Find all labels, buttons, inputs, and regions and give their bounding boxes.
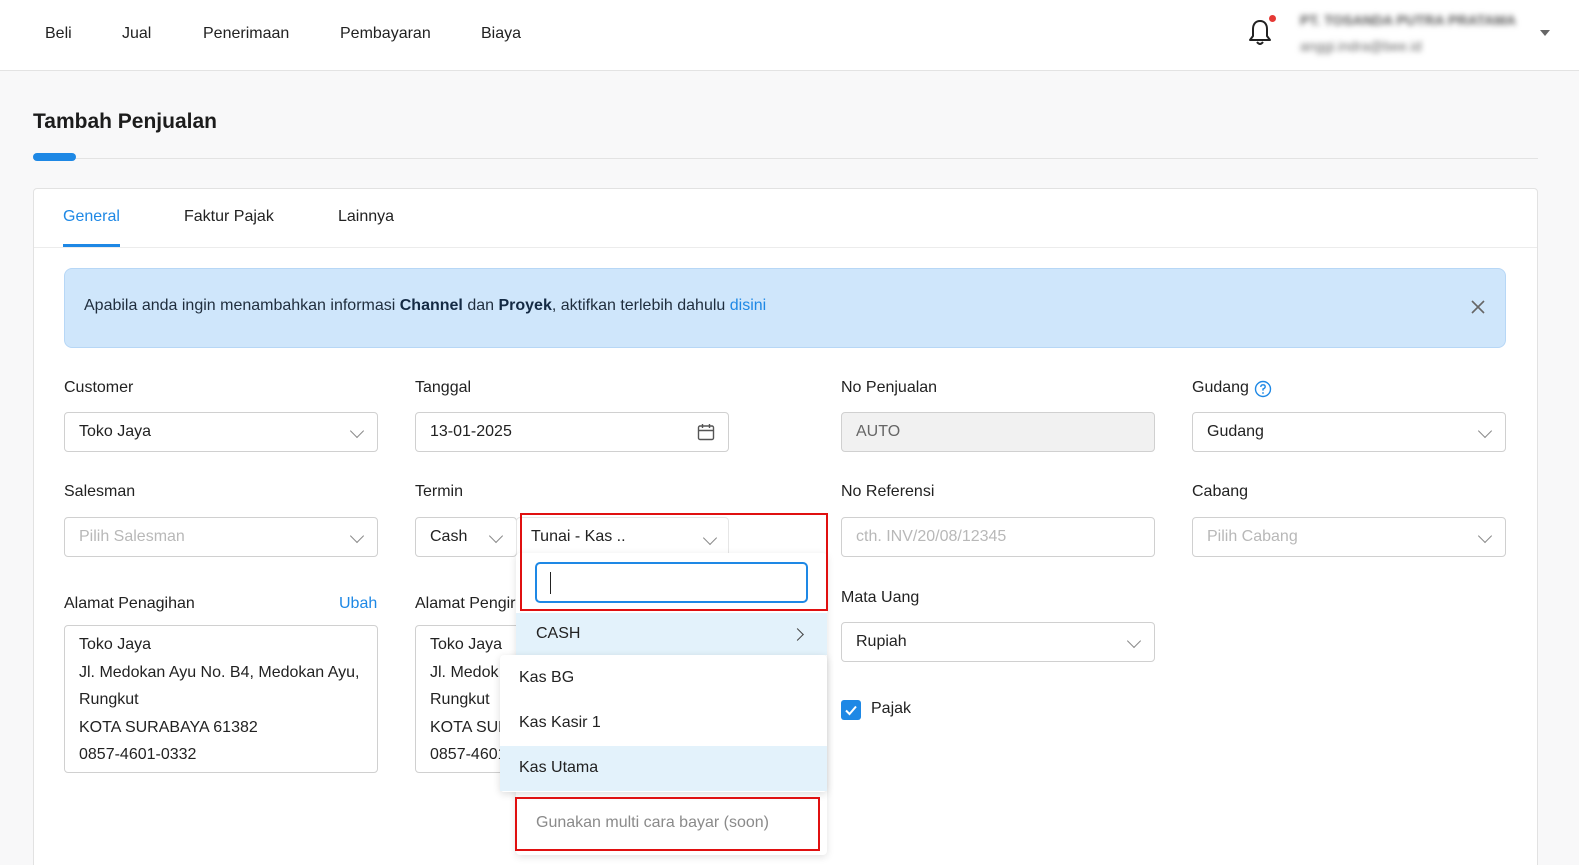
alert-message: Apabila anda ingin menambahkan informasi… [84,297,766,315]
ubah-alamat-link[interactable]: Ubah [339,595,377,613]
nav-beli[interactable]: Beli [45,25,72,43]
alamat-penagihan-label: Alamat Penagihan [64,595,195,612]
mata-uang-label: Mata Uang [841,589,920,606]
bell-icon[interactable] [1247,17,1273,47]
alamat-pengiriman-label: Alamat Pengir [415,595,516,612]
highlight-box-payment [520,513,828,611]
address-line: Jl. Medokan Ayu No. B4, Medokan Ayu, [79,663,360,681]
termin-select[interactable]: Cash [415,517,517,557]
title-divider [33,158,1538,159]
customer-label: Customer [64,379,134,396]
submenu-item-kas-bg[interactable]: Kas BG [500,656,827,701]
nav-pembayaran[interactable]: Pembayaran [340,25,431,43]
tabs-divider [34,247,1537,248]
chevron-down-icon [488,528,504,544]
alamat-penagihan-text[interactable]: Toko Jaya Jl. Medokan Ayu No. B4, Medoka… [64,625,378,773]
chevron-down-icon [349,423,365,439]
pajak-checkbox[interactable] [841,700,861,720]
alert-text-suffix: , aktifkan terlebih dahulu [551,297,730,314]
title-accent-bar [33,153,76,161]
active-tab-indicator [63,244,120,247]
caret-down-icon[interactable] [1540,30,1550,36]
no-referensi-placeholder: cth. INV/20/08/12345 [856,528,1007,545]
alert-proyek: Proyek [498,297,552,314]
customer-value: Toko Jaya [79,423,152,440]
submenu-item-kas-utama[interactable]: Kas Utama [500,746,827,791]
submenu-item-label: Kas Utama [519,759,599,776]
alert-text-prefix: Apabila anda ingin menambahkan informasi [84,297,400,314]
address-line: Rungkut [79,691,139,708]
gudang-label: Gudang [1192,379,1249,396]
account-company[interactable]: PT. TOSANDA PUTRA PRATAMA [1300,12,1516,28]
no-penjualan-value: AUTO [856,423,901,440]
cabang-label: Cabang [1192,483,1249,500]
cabang-select[interactable]: Pilih Cabang [1192,517,1506,557]
address-line: Toko Jaya [79,636,152,653]
customer-select[interactable]: Toko Jaya [64,412,378,452]
chevron-down-icon [1477,528,1493,544]
help-icon[interactable] [1254,380,1272,398]
tanggal-value: 13-01-2025 [430,423,512,440]
cabang-placeholder: Pilih Cabang [1207,528,1298,545]
gudang-value: Gudang [1207,423,1264,440]
close-icon[interactable] [1469,298,1487,316]
tab-lainnya[interactable]: Lainnya [338,208,394,226]
top-navbar: Beli Jual Penerimaan Pembayaran Biaya PT… [0,0,1579,71]
submenu-item-label: Kas BG [519,669,575,686]
dropdown-group-label: CASH [536,625,581,642]
salesman-select[interactable]: Pilih Salesman [64,517,378,557]
account-email[interactable]: anggi.indra@bee.id [1300,38,1422,54]
alert-channel: Channel [399,297,463,314]
no-penjualan-input: AUTO [841,412,1155,452]
gudang-select[interactable]: Gudang [1192,412,1506,452]
tanggal-input[interactable]: 13-01-2025 [415,412,729,452]
alert-text-and: dan [462,297,499,314]
address-line: 0857-4601-0332 [79,746,197,763]
no-referensi-input[interactable]: cth. INV/20/08/12345 [841,517,1155,557]
calendar-icon[interactable] [697,423,715,441]
alert-link-disini[interactable]: disini [730,297,766,314]
nav-biaya[interactable]: Biaya [481,25,521,43]
tanggal-label: Tanggal [415,379,472,396]
chevron-down-icon [1126,633,1142,649]
nav-penerimaan[interactable]: Penerimaan [203,25,289,43]
check-icon [845,705,857,716]
dropdown-group-cash[interactable]: CASH [516,613,827,655]
page-title: Tambah Penjualan [33,110,217,133]
tab-general[interactable]: General [63,208,120,226]
submenu-item-label: Kas Kasir 1 [519,714,601,731]
mata-uang-value: Rupiah [856,633,907,650]
termin-label: Termin [415,483,464,500]
tab-faktur-pajak[interactable]: Faktur Pajak [184,208,274,226]
pajak-label: Pajak [871,700,912,717]
chevron-down-icon [349,528,365,544]
no-referensi-label: No Referensi [841,483,935,500]
termin-value: Cash [430,528,468,545]
address-line: KOTA SURABAYA 61382 [79,718,258,736]
no-penjualan-label: No Penjualan [841,379,938,396]
salesman-label: Salesman [64,483,136,500]
notification-dot [1269,15,1276,22]
submenu-item-kas-kasir-1[interactable]: Kas Kasir 1 [500,701,827,746]
nav-jual[interactable]: Jual [122,25,151,43]
salesman-placeholder: Pilih Salesman [79,528,185,545]
chevron-down-icon [1477,423,1493,439]
highlight-box-multi [515,797,820,851]
mata-uang-select[interactable]: Rupiah [841,622,1155,662]
